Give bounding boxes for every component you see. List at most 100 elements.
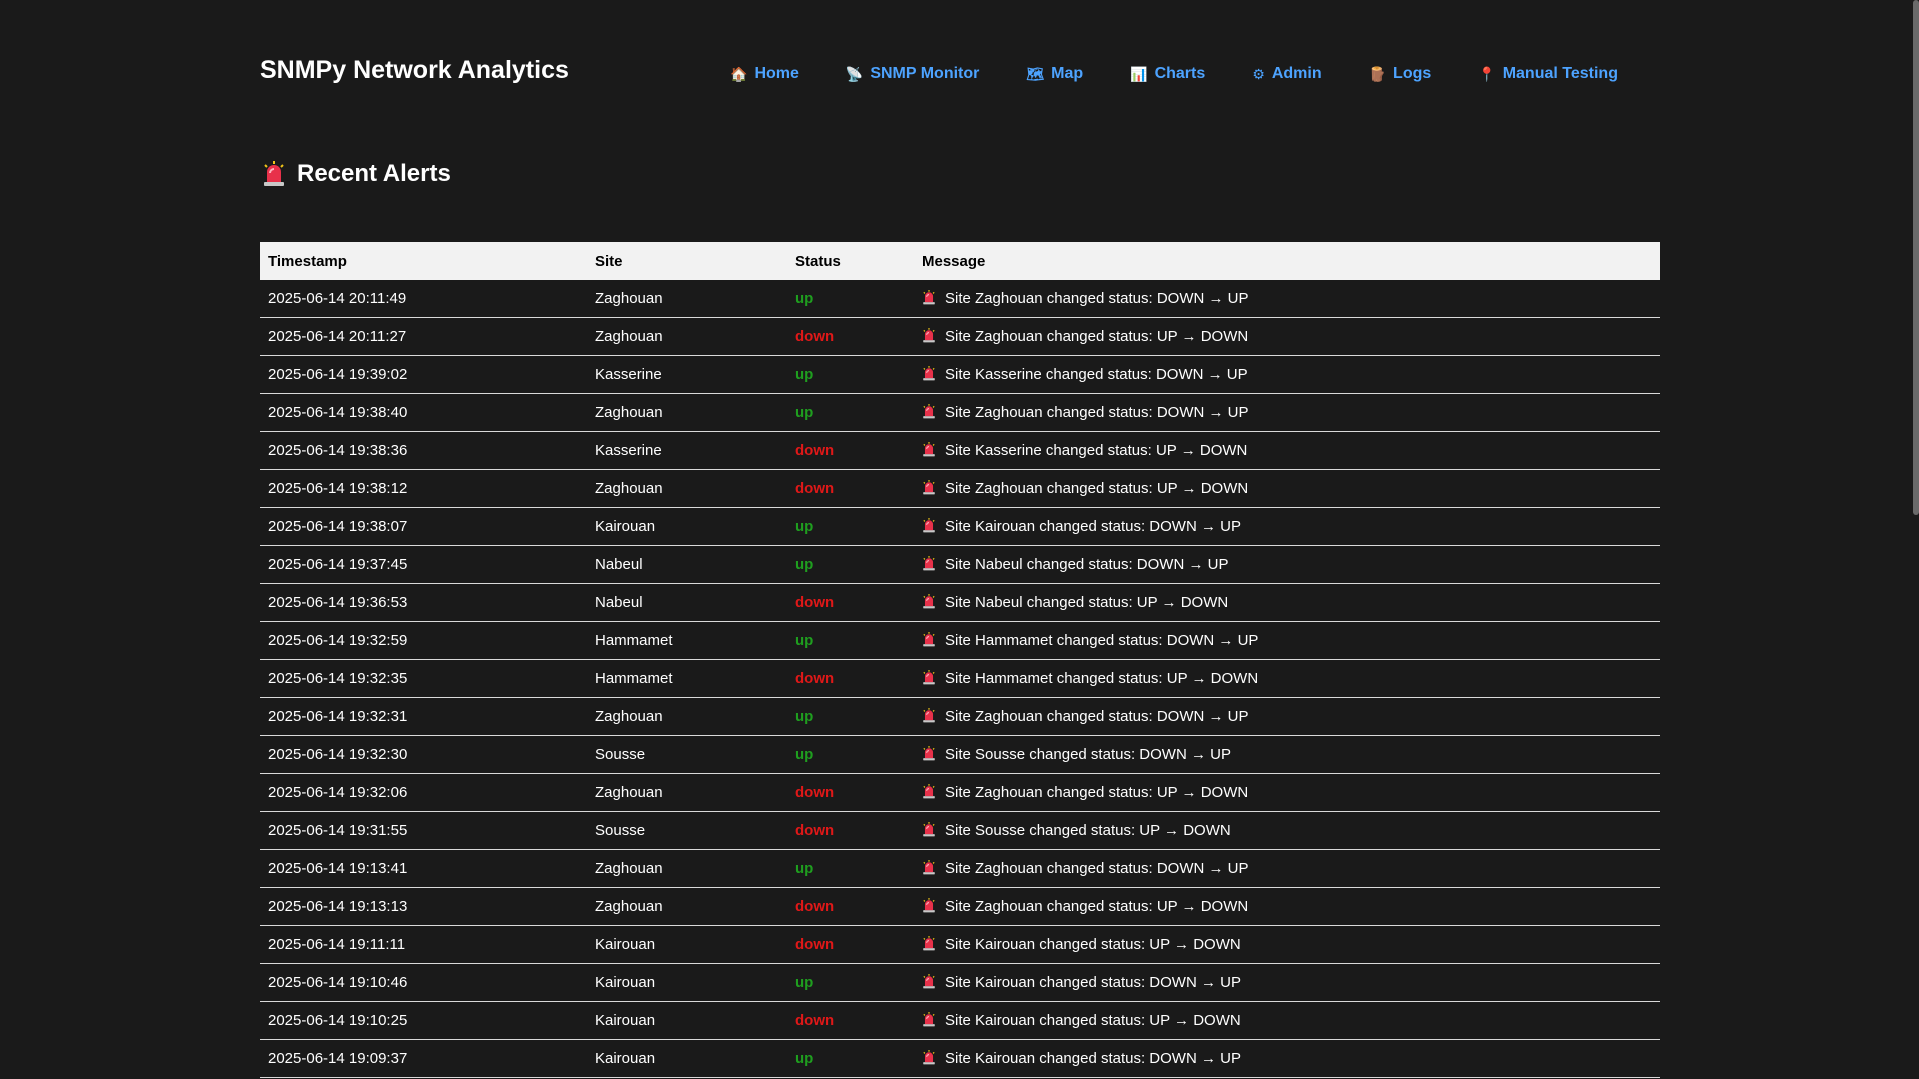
cell-message: Site Zaghouan changed status: DOWN → UP	[914, 393, 1660, 432]
message-text: Site Zaghouan changed status: DOWN → UP	[945, 404, 1249, 421]
nav-link-snmp-monitor[interactable]: 📡 SNMP Monitor	[846, 65, 979, 83]
cell-timestamp: 2025-06-14 19:38:07	[260, 507, 587, 546]
cell-message: Site Kairouan changed status: DOWN → UP	[914, 507, 1660, 546]
cell-timestamp: 2025-06-14 20:11:27	[260, 317, 587, 356]
table-body: 2025-06-14 20:11:49 Zaghouan up Site Zaghou…	[260, 280, 1660, 1078]
nav-link-charts[interactable]: 📊 Charts	[1130, 65, 1205, 83]
nav-link-logs[interactable]: 🪵 Logs	[1369, 65, 1432, 83]
nav-link-label: Home	[754, 65, 799, 82]
message-text: Site Kairouan changed status: DOWN → UP	[945, 518, 1241, 535]
cell-status: down	[787, 469, 914, 508]
table-row: 2025-06-14 19:13:41 Zaghouan up Site Zaghou…	[260, 849, 1660, 888]
cell-message: Site Nabeul changed status: UP → DOWN	[914, 583, 1660, 622]
siren-icon	[922, 746, 936, 761]
cell-site: Nabeul	[587, 545, 787, 584]
siren-icon	[922, 290, 936, 305]
table-row: 2025-06-14 19:32:06 Zaghouan down Site Zagh…	[260, 773, 1660, 812]
nav-link-label: Manual Testing	[1502, 65, 1618, 82]
siren-icon	[922, 1050, 936, 1065]
section-heading: Recent Alerts	[263, 160, 451, 188]
cell-timestamp: 2025-06-14 19:32:59	[260, 621, 587, 660]
cell-status: up	[787, 735, 914, 774]
cell-status: up	[787, 280, 914, 318]
cell-site: Nabeul	[587, 583, 787, 622]
cell-site: Kasserine	[587, 431, 787, 470]
cell-status: up	[787, 507, 914, 546]
table-row: 2025-06-14 19:38:36 Kasserine down Site Kas…	[260, 431, 1660, 470]
table-row: 2025-06-14 19:36:53 Nabeul down Site Nabeul…	[260, 583, 1660, 622]
cell-status: down	[787, 1001, 914, 1040]
alerts-table: Timestamp Site Status Message 2025-06-14…	[260, 242, 1660, 1078]
cell-site: Zaghouan	[587, 887, 787, 926]
cell-message: Site Hammamet changed status: UP → DOWN	[914, 659, 1660, 698]
cell-timestamp: 2025-06-14 19:31:55	[260, 811, 587, 850]
message-text: Site Sousse changed status: UP → DOWN	[945, 822, 1231, 839]
cell-status: up	[787, 621, 914, 660]
message-text: Site Kairouan changed status: DOWN → UP	[945, 1050, 1241, 1067]
table-row: 2025-06-14 20:11:27 Zaghouan down Site Zagh…	[260, 317, 1660, 356]
nav-link-home[interactable]: 🏠 Home	[730, 65, 799, 83]
table-row: 2025-06-14 20:11:49 Zaghouan up Site Zaghou…	[260, 280, 1660, 318]
cell-status: up	[787, 849, 914, 888]
cell-message: Site Sousse changed status: UP → DOWN	[914, 811, 1660, 850]
cell-site: Hammamet	[587, 621, 787, 660]
message-text: Site Kairouan changed status: UP → DOWN	[945, 936, 1241, 953]
cell-site: Hammamet	[587, 659, 787, 698]
cell-timestamp: 2025-06-14 19:32:31	[260, 697, 587, 736]
map-icon: 🗺	[1026, 66, 1045, 82]
nav-link-label: Map	[1051, 65, 1084, 82]
message-text: Site Hammamet changed status: DOWN → UP	[945, 632, 1259, 649]
nav-link-label: Logs	[1393, 65, 1432, 82]
cell-status: down	[787, 887, 914, 926]
message-text: Site Nabeul changed status: DOWN → UP	[945, 556, 1229, 573]
cell-status: down	[787, 431, 914, 470]
cell-status: down	[787, 317, 914, 356]
vertical-scrollbar[interactable]	[1913, 0, 1919, 515]
cell-site: Sousse	[587, 811, 787, 850]
nav-link-label: SNMP Monitor	[870, 65, 980, 82]
table-row: 2025-06-14 19:31:55 Sousse down Site Sousse…	[260, 811, 1660, 850]
cell-site: Kairouan	[587, 925, 787, 964]
message-text: Site Hammamet changed status: UP → DOWN	[945, 670, 1259, 687]
pin-icon: 📍	[1478, 66, 1496, 82]
top-header: SNMPy Network Analytics 🏠 Home 📡 SNMP Monit…	[260, 52, 1660, 96]
cell-timestamp: 2025-06-14 19:10:46	[260, 963, 587, 1002]
siren-icon	[922, 442, 936, 457]
cell-timestamp: 2025-06-14 19:38:36	[260, 431, 587, 470]
cell-site: Zaghouan	[587, 773, 787, 812]
brand-title: SNMPy Network Analytics	[260, 56, 569, 84]
cell-status: down	[787, 659, 914, 698]
cell-message: Site Zaghouan changed status: UP → DOWN	[914, 887, 1660, 926]
cell-site: Kairouan	[587, 507, 787, 546]
cell-site: Kairouan	[587, 963, 787, 1002]
cell-timestamp: 2025-06-14 19:38:40	[260, 393, 587, 432]
cell-message: Site Kairouan changed status: DOWN → UP	[914, 963, 1660, 1002]
message-text: Site Kasserine changed status: DOWN → UP	[945, 366, 1248, 383]
page: SNMPy Network Analytics 🏠 Home 📡 SNMP Monit…	[0, 0, 1919, 1079]
cell-status: down	[787, 811, 914, 850]
column-header-timestamp: Timestamp	[260, 242, 587, 280]
cell-message: Site Kasserine changed status: DOWN → UP	[914, 355, 1660, 394]
cell-status: up	[787, 545, 914, 584]
cell-status: up	[787, 1039, 914, 1078]
table-row: 2025-06-14 19:10:46 Kairouan up Site Kairou…	[260, 963, 1660, 1002]
cell-site: Zaghouan	[587, 393, 787, 432]
siren-icon	[922, 898, 936, 913]
table-row: 2025-06-14 19:32:30 Sousse up Site Sousse c…	[260, 735, 1660, 774]
table-row: 2025-06-14 19:38:07 Kairouan up Site Kairou…	[260, 507, 1660, 546]
message-text: Site Kasserine changed status: UP → DOWN	[945, 442, 1248, 459]
cell-message: Site Hammamet changed status: DOWN → UP	[914, 621, 1660, 660]
siren-icon	[922, 480, 936, 495]
cell-site: Kairouan	[587, 1001, 787, 1040]
home-icon: 🏠	[730, 66, 748, 82]
message-text: Site Zaghouan changed status: UP → DOWN	[945, 898, 1249, 915]
nav-link-manual-testing[interactable]: 📍 Manual Testing	[1478, 65, 1618, 83]
cell-message: Site Zaghouan changed status: UP → DOWN	[914, 317, 1660, 356]
nav-link-map[interactable]: 🗺 Map	[1026, 65, 1083, 83]
nav-link-admin[interactable]: ⚙ Admin	[1252, 65, 1321, 83]
cell-message: Site Kairouan changed status: UP → DOWN	[914, 925, 1660, 964]
cell-status: up	[787, 963, 914, 1002]
table-row: 2025-06-14 19:13:13 Zaghouan down Site Zagh…	[260, 887, 1660, 926]
table-row: 2025-06-14 19:09:37 Kairouan up Site Kairou…	[260, 1039, 1660, 1078]
siren-icon	[922, 632, 936, 647]
